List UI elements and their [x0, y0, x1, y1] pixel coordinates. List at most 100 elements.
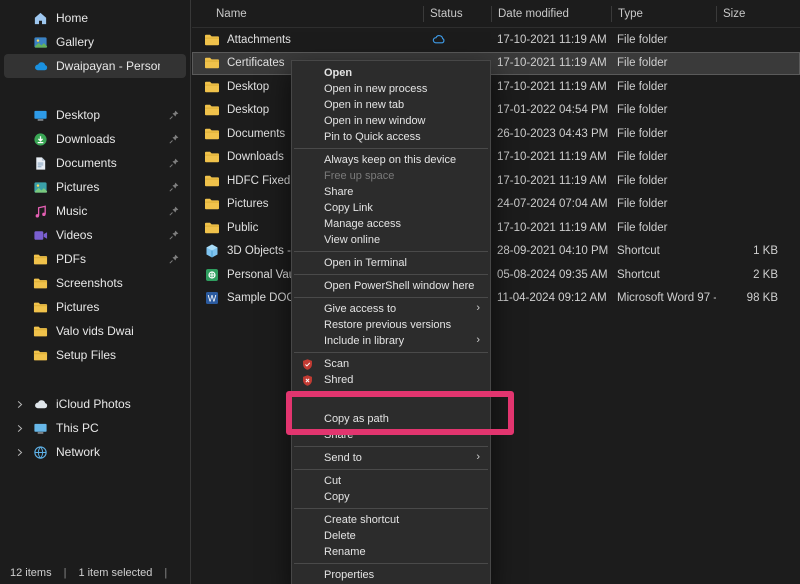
file-type: Microsoft Word 97 - ...: [611, 292, 716, 304]
context-menu-item[interactable]: [292, 395, 490, 411]
sidebar-item[interactable]: Home: [4, 6, 186, 30]
sidebar-item[interactable]: Gallery: [4, 30, 186, 54]
column-header-size[interactable]: Size: [716, 6, 800, 22]
sidebar-item[interactable]: Setup Files: [4, 343, 186, 367]
context-menu-item[interactable]: Copy Link: [292, 200, 490, 216]
sidebar-item[interactable]: Screenshots: [4, 271, 186, 295]
context-menu-item[interactable]: Send to ›: [292, 450, 490, 466]
file-row[interactable]: W Sample DOC File 11-04-2024 09:12 AM Mi…: [192, 287, 800, 311]
context-menu-item[interactable]: Open in new process: [292, 81, 490, 97]
context-menu-item[interactable]: Include in library ›: [292, 333, 490, 349]
context-menu-item[interactable]: [292, 560, 490, 567]
sidebar-item[interactable]: This PC: [4, 416, 186, 440]
expand-chevron-icon[interactable]: [14, 254, 25, 265]
file-row[interactable]: Desktop 17-01-2022 04:54 PM File folder: [192, 99, 800, 123]
file-row[interactable]: Certificates 17-10-2021 11:19 AM File fo…: [192, 52, 800, 76]
context-menu-item[interactable]: Copy: [292, 489, 490, 505]
file-row[interactable]: HDFC Fixed Depo 17-10-2021 11:19 AM File…: [192, 169, 800, 193]
expand-chevron-icon[interactable]: [14, 278, 25, 289]
pin-icon: [168, 253, 180, 265]
file-date-modified: 17-10-2021 11:19 AM: [491, 34, 611, 46]
expand-chevron-icon[interactable]: [14, 37, 25, 48]
context-menu-item[interactable]: Manage access: [292, 216, 490, 232]
expand-chevron-icon[interactable]: [14, 206, 25, 217]
context-menu-item[interactable]: Free up space: [292, 168, 490, 184]
context-menu-item[interactable]: [292, 294, 490, 301]
column-header-type[interactable]: Type: [611, 6, 716, 22]
expand-chevron-icon[interactable]: [14, 61, 25, 72]
folder-icon: [33, 252, 48, 267]
column-header-status[interactable]: Status: [423, 6, 491, 22]
download-icon: [33, 132, 48, 147]
file-row[interactable]: Public 17-10-2021 11:19 AM File folder: [192, 216, 800, 240]
context-menu-item[interactable]: Cut: [292, 473, 490, 489]
file-row[interactable]: 3D Objects - Sho 28-09-2021 04:10 PM Sho…: [192, 240, 800, 264]
context-menu-item[interactable]: [292, 466, 490, 473]
expand-chevron-icon[interactable]: [14, 110, 25, 121]
context-menu-item[interactable]: Open in Terminal: [292, 255, 490, 271]
sidebar-item[interactable]: Music: [4, 199, 186, 223]
sidebar-item[interactable]: Videos: [4, 223, 186, 247]
sidebar-item[interactable]: Desktop: [4, 103, 186, 127]
file-row[interactable]: Downloads 17-10-2021 11:19 AM File folde…: [192, 146, 800, 170]
menu-item-label: Properties: [324, 569, 374, 581]
context-menu-item[interactable]: Shred: [292, 372, 490, 388]
context-menu-item[interactable]: Share: [292, 184, 490, 200]
context-menu-item[interactable]: [292, 145, 490, 152]
chevron-icon[interactable]: [14, 447, 25, 458]
context-menu-item[interactable]: Create shortcut: [292, 512, 490, 528]
file-row[interactable]: Attachments 17-10-2021 11:19 AM File fol…: [192, 28, 800, 52]
context-menu-item[interactable]: Delete: [292, 528, 490, 544]
file-row[interactable]: Personal Vault 05-08-2024 09:35 AM Short…: [192, 263, 800, 287]
context-menu-item[interactable]: Properties: [292, 567, 490, 583]
expand-chevron-icon[interactable]: [14, 158, 25, 169]
file-type: File folder: [611, 128, 716, 140]
sidebar-item[interactable]: Pictures: [4, 175, 186, 199]
expand-chevron-icon[interactable]: [14, 182, 25, 193]
context-menu-item[interactable]: Open: [292, 65, 490, 81]
context-menu-item[interactable]: [292, 349, 490, 356]
expand-chevron-icon[interactable]: [14, 326, 25, 337]
sidebar-item[interactable]: Valo vids Dwai: [4, 319, 186, 343]
context-menu-item[interactable]: Pin to Quick access: [292, 129, 490, 145]
sidebar-item[interactable]: Dwaipayan - Personal: [4, 54, 186, 78]
sidebar-item[interactable]: Downloads: [4, 127, 186, 151]
sidebar-item[interactable]: Network: [4, 440, 186, 464]
expand-chevron-icon[interactable]: [14, 350, 25, 361]
file-name: Downloads: [227, 151, 284, 163]
context-menu-item[interactable]: Open PowerShell window here: [292, 278, 490, 294]
chevron-icon[interactable]: [14, 399, 25, 410]
context-menu-item[interactable]: View online: [292, 232, 490, 248]
file-row[interactable]: Documents 26-10-2023 04:43 PM File folde…: [192, 122, 800, 146]
expand-chevron-icon[interactable]: [14, 13, 25, 24]
sidebar-item[interactable]: PDFs: [4, 247, 186, 271]
context-menu-item[interactable]: Always keep on this device: [292, 152, 490, 168]
context-menu-item[interactable]: Open in new window: [292, 113, 490, 129]
context-menu-item[interactable]: [292, 248, 490, 255]
file-row[interactable]: Pictures 24-07-2024 07:04 AM File folder: [192, 193, 800, 217]
sidebar-item[interactable]: Documents: [4, 151, 186, 175]
shred-icon: [301, 374, 314, 387]
context-menu-item[interactable]: Copy as path: [292, 411, 490, 427]
sidebar-item[interactable]: Pictures: [4, 295, 186, 319]
context-menu-item[interactable]: Restore previous versions: [292, 317, 490, 333]
column-header-name[interactable]: Name: [192, 6, 423, 22]
context-menu-item[interactable]: Give access to ›: [292, 301, 490, 317]
context-menu-item[interactable]: [292, 271, 490, 278]
file-row[interactable]: Desktop 17-10-2021 11:19 AM File folder: [192, 75, 800, 99]
context-menu-item[interactable]: [292, 388, 490, 395]
context-menu-item[interactable]: Rename: [292, 544, 490, 560]
menu-item-icon: [301, 186, 314, 199]
context-menu-item[interactable]: Share: [292, 427, 490, 443]
chevron-icon[interactable]: [14, 423, 25, 434]
context-menu-item[interactable]: Scan: [292, 356, 490, 372]
expand-chevron-icon[interactable]: [14, 302, 25, 313]
sidebar-item-label: Setup Files: [56, 348, 160, 362]
expand-chevron-icon[interactable]: [14, 134, 25, 145]
column-header-date-modified[interactable]: Date modified: [491, 6, 611, 22]
sidebar-item[interactable]: iCloud Photos: [4, 392, 186, 416]
context-menu-item[interactable]: [292, 505, 490, 512]
context-menu-item[interactable]: Open in new tab: [292, 97, 490, 113]
expand-chevron-icon[interactable]: [14, 230, 25, 241]
context-menu-item[interactable]: [292, 443, 490, 450]
